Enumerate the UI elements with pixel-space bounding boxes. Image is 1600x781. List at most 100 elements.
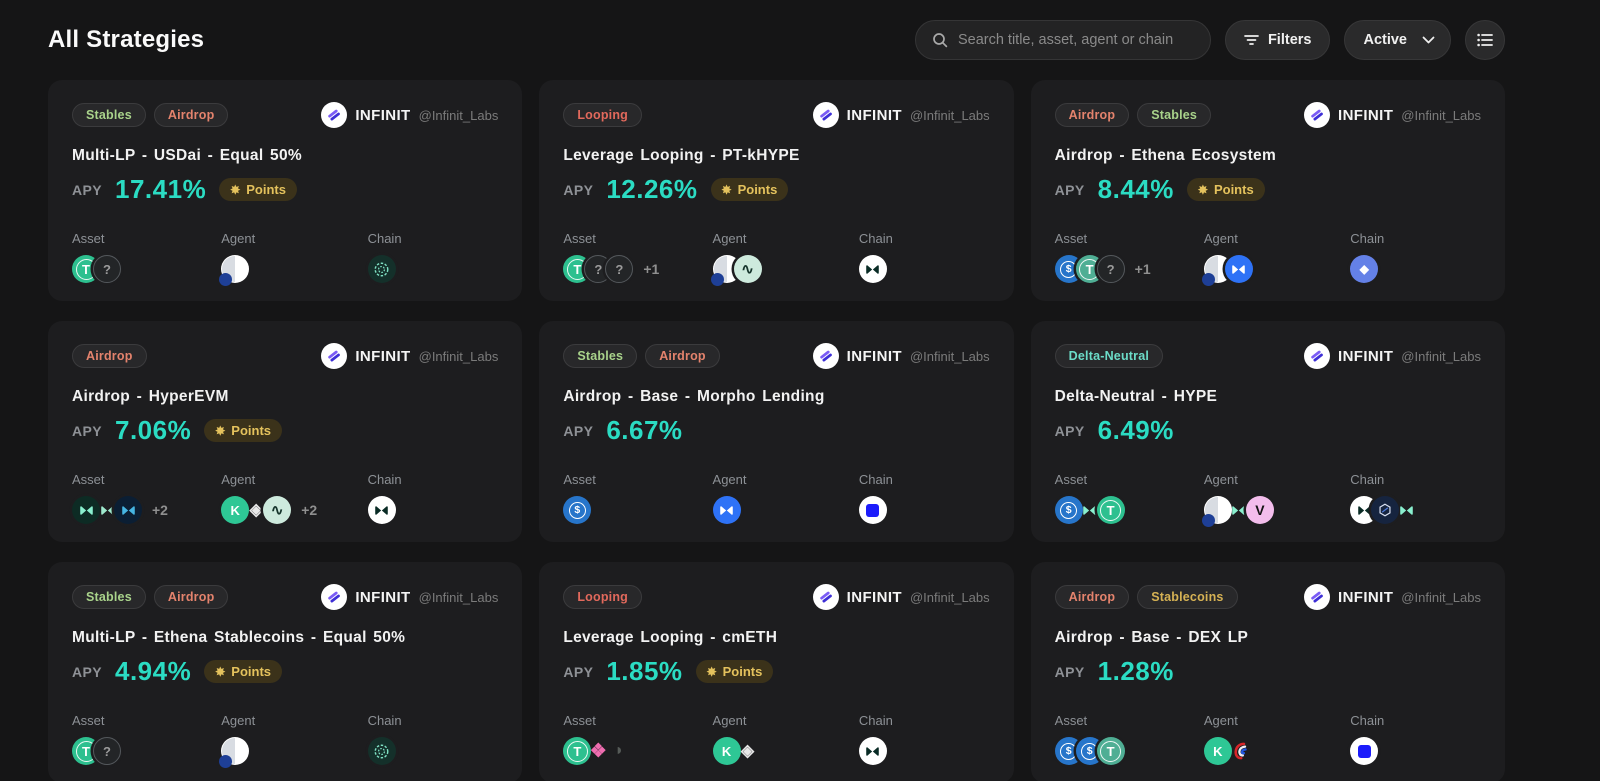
tag-stablecoins: Stablecoins (1137, 585, 1238, 609)
tag-stables: Stables (563, 344, 638, 368)
strategy-card[interactable]: Airdrop INFINIT @Infinit_Labs Airdrop - … (48, 321, 523, 542)
infinit-logo-icon (1304, 102, 1330, 128)
tag-list: Delta-Neutral (1054, 344, 1164, 368)
ethereum-chain-icon: ◆ (1350, 255, 1379, 283)
agent-column: Agent K ◈ (712, 713, 859, 765)
author: INFINIT @Infinit_Labs (1304, 102, 1481, 128)
active-label: Active (1363, 32, 1407, 48)
asset-label: Asset (1054, 231, 1088, 246)
strategy-card[interactable]: Stables Airdrop INFINIT @Infinit_Labs Mul… (48, 562, 523, 781)
tag-delta-neutral: Delta-Neutral (1054, 344, 1164, 368)
token-columns: Asset T? Agent Chain (72, 231, 498, 286)
apy-label: APY (1054, 181, 1085, 198)
strategy-card[interactable]: Looping INFINIT @Infinit_Labs Leverage L… (539, 80, 1014, 301)
agent-icons: K (1203, 737, 1350, 765)
agent-column: Agent ∿ (710, 231, 859, 286)
author-handle: @Infinit_Labs (1401, 348, 1481, 364)
agent-column: Agent (1201, 231, 1350, 286)
strategy-card[interactable]: Airdrop Stables INFINIT @Infinit_Labs Air… (1030, 80, 1505, 301)
asset-label: Asset (72, 472, 105, 487)
tag-list: Stables Airdrop (72, 103, 229, 127)
chain-column: Chain ◆ (1350, 231, 1481, 283)
chain-column: Chain (858, 713, 990, 765)
curve-agent-icon (1225, 737, 1253, 765)
author: INFINIT @Infinit_Labs (321, 102, 498, 128)
asset-label: Asset (563, 713, 596, 728)
search-bar[interactable] (914, 20, 1211, 60)
hyperevm-chain-icon (367, 255, 396, 283)
morpho-agent-icon (712, 496, 741, 524)
strategy-title: Multi-LP - USDai - Equal 50% (72, 147, 302, 164)
points-badge: ✸ Points (219, 178, 297, 201)
author-handle: @Infinit_Labs (909, 348, 990, 364)
author-handle: @Infinit_Labs (418, 589, 499, 605)
usdt0-token-icon: T (1096, 496, 1125, 524)
unknown-token-icon: ? (93, 255, 121, 283)
unknown-token-icon: ? (605, 255, 634, 283)
asset-column: Asset $ (563, 472, 712, 524)
asset-label: Asset (563, 472, 596, 487)
author-name: INFINIT (1338, 347, 1394, 365)
page-title: All Strategies (48, 26, 205, 53)
points-star-icon: ✸ (721, 182, 732, 197)
agent-icons (712, 496, 859, 524)
chain-icons: ◆ (1350, 255, 1481, 283)
tag-list: Airdrop Stablecoins (1054, 585, 1238, 609)
view-toggle-button[interactable] (1465, 20, 1505, 60)
apy-value: 8.44% (1097, 174, 1174, 204)
token-columns: Asset T? Agent Chain (72, 713, 499, 768)
apy-row: APY 17.41% ✸ Points (72, 174, 498, 205)
more-count: +2 (301, 502, 318, 518)
tag-list: Stables Airdrop (72, 585, 229, 609)
search-input[interactable] (957, 32, 1194, 48)
asset-column: Asset T?? +1 (563, 231, 712, 283)
author-handle: @Infinit_Labs (418, 348, 499, 364)
strategy-title: Airdrop - HyperEVM (72, 388, 229, 405)
agent-column: Agent (219, 231, 367, 286)
usdt-token-icon: T (1096, 737, 1125, 765)
strategy-card[interactable]: Stables Airdrop INFINIT @Infinit_Labs Mul… (48, 80, 523, 301)
tag-airdrop: Airdrop (153, 103, 229, 127)
apy-value: 17.41% (115, 174, 207, 204)
usdc-token-icon: $ (563, 496, 592, 524)
apy-label: APY (563, 663, 594, 680)
points-badge: ✸ Points (710, 178, 789, 201)
agent-column: Agent K (1203, 713, 1350, 765)
strategy-card[interactable]: Delta-Neutral INFINIT @Infinit_Labs Delt… (1030, 321, 1505, 542)
agent-icons: K ◈ (712, 737, 859, 765)
points-badge: ✸ Points (204, 660, 283, 683)
apy-row: APY 1.28% (1055, 656, 1481, 687)
strategy-card[interactable]: Looping INFINIT @Infinit_Labs Leverage L… (539, 562, 1014, 781)
tag-airdrop: Airdrop (1054, 585, 1130, 609)
token-columns: Asset $ Agent Chain (563, 472, 989, 524)
author: INFINIT @Infinit_Labs (812, 343, 990, 369)
apy-row: APY 8.44% ✸ Points (1055, 174, 1481, 205)
more-count: +2 (152, 502, 168, 518)
list-icon (1477, 33, 1493, 47)
author-name: INFINIT (355, 347, 411, 365)
filters-button[interactable]: Filters (1224, 20, 1331, 60)
header: All Strategies Filters Active (0, 0, 1600, 74)
chain-icons (367, 737, 499, 765)
strategy-card[interactable]: Airdrop Stablecoins INFINIT @Infinit_Labs… (1030, 562, 1505, 781)
agent-label: Agent (712, 472, 747, 487)
agent-label: Agent (221, 231, 256, 246)
infinit-logo-icon (1304, 343, 1330, 369)
agent-icons (219, 737, 367, 768)
points-star-icon: ✸ (215, 423, 226, 438)
asset-column: Asset $ T (1054, 472, 1204, 524)
card-header: Airdrop INFINIT @Infinit_Labs (72, 343, 498, 369)
active-filter-dropdown[interactable]: Active (1344, 20, 1451, 60)
card-header: Airdrop Stablecoins INFINIT @Infinit_Labs (1054, 584, 1481, 610)
author: INFINIT @Infinit_Labs (321, 584, 498, 610)
strategy-title: Airdrop - Ethena Ecosystem (1054, 147, 1277, 164)
author-name: INFINIT (1338, 588, 1394, 606)
strategy-card[interactable]: Stables Airdrop INFINIT @Infinit_Labs Air… (539, 321, 1014, 542)
author-name: INFINIT (846, 347, 902, 365)
chain-label: Chain (367, 231, 402, 246)
tag-stables: Stables (72, 585, 146, 609)
tag-looping: Looping (563, 585, 643, 609)
tag-airdrop: Airdrop (645, 344, 720, 368)
asset-column: Asset $ $ T (1054, 713, 1204, 765)
asset-label: Asset (563, 231, 596, 246)
